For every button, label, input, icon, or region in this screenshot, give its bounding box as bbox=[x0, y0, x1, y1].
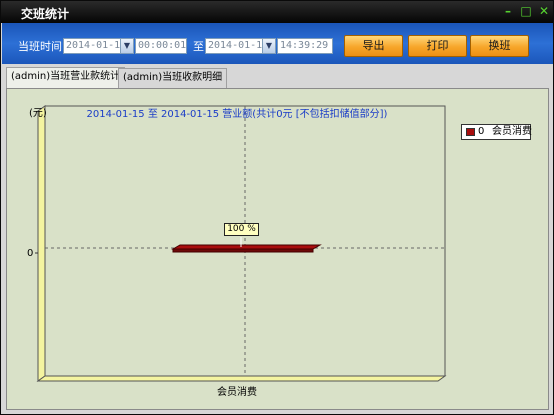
export-button[interactable]: 导出 bbox=[344, 35, 403, 57]
legend-swatch bbox=[466, 128, 475, 136]
bar-member-spending-front bbox=[172, 248, 314, 253]
chart-left-wall bbox=[37, 105, 46, 382]
tab-strip: (admin)当班营业款统计 (admin)当班收款明细 bbox=[2, 64, 553, 89]
start-time-field[interactable]: 00:00:01 bbox=[135, 38, 187, 54]
end-time-field[interactable]: 14:39:29 bbox=[277, 38, 333, 54]
maximize-icon[interactable]: □ bbox=[519, 4, 533, 18]
legend-value: 0 bbox=[478, 126, 485, 137]
tab-shift-payment-details[interactable]: (admin)当班收款明细 bbox=[118, 68, 228, 88]
print-button[interactable]: 打印 bbox=[408, 35, 467, 57]
start-date-field[interactable]: 2014-01-15 bbox=[63, 38, 121, 54]
end-date-field[interactable]: 2014-01-15 bbox=[205, 38, 263, 54]
tab-shift-revenue-stats[interactable]: (admin)当班营业款统计 bbox=[6, 67, 126, 89]
chart-legend: 0 会员消费 bbox=[461, 124, 532, 140]
bar-member-spending bbox=[171, 244, 322, 250]
end-date-dropdown-icon[interactable]: ▼ bbox=[262, 38, 276, 54]
chart-panel: (元) 2014-01-15 至 2014-01-15 营业额(共计0元 [不包… bbox=[6, 88, 549, 410]
shift-report-window: 交班统计 – □ ✕ 当班时间： 2014-01-15 ▼ 00:00:01 至… bbox=[0, 0, 554, 415]
legend-series-name: 会员消费 bbox=[492, 126, 532, 137]
bar-data-label: 100 % bbox=[224, 223, 259, 236]
y-tick-label: 0 bbox=[27, 248, 34, 259]
title-bar[interactable]: 交班统计 – □ ✕ bbox=[1, 1, 553, 23]
minimize-icon[interactable]: – bbox=[501, 4, 515, 18]
filter-toolbar: 当班时间： 2014-01-15 ▼ 00:00:01 至 2014-01-15… bbox=[2, 23, 553, 64]
close-icon[interactable]: ✕ bbox=[537, 4, 551, 18]
chart-floor bbox=[36, 375, 447, 382]
chart-title: 2014-01-15 至 2014-01-15 营业额(共计0元 [不包括扣储值… bbox=[86, 109, 388, 120]
to-label: 至 bbox=[193, 40, 204, 53]
handover-button[interactable]: 换班 bbox=[470, 35, 529, 57]
x-category-label: 会员消费 bbox=[217, 387, 257, 398]
window-title: 交班统计 bbox=[21, 7, 70, 21]
start-date-dropdown-icon[interactable]: ▼ bbox=[120, 38, 134, 54]
